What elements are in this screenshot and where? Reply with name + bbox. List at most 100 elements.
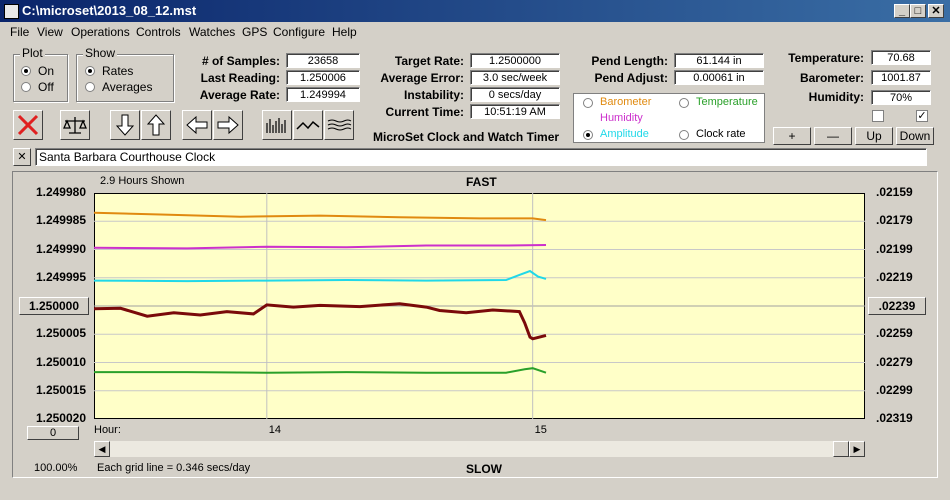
clear-data-button[interactable]	[13, 110, 43, 140]
show-averages-label: Averages	[102, 80, 153, 94]
average-error-field: 3.0 sec/week	[470, 70, 560, 85]
scroll-left-button[interactable]: ◀	[94, 441, 110, 457]
temperature-field: 70.68	[871, 50, 931, 65]
right-axis-tick: .02299	[876, 382, 913, 397]
menu-help[interactable]: Help	[332, 25, 357, 39]
app-icon[interactable]	[4, 4, 19, 19]
plot-area[interactable]	[94, 193, 865, 419]
down-button[interactable]: Down	[896, 127, 934, 145]
left-axis-tick: 1.249985	[35, 213, 86, 228]
arrow-down-button[interactable]	[110, 110, 140, 140]
arrow-left-button[interactable]	[182, 110, 212, 140]
barometer-field: 1001.87	[871, 70, 931, 85]
show-group-label: Show	[83, 46, 118, 60]
plot-on-label: On	[38, 64, 55, 78]
left-axis-tick: 1.249980	[35, 185, 86, 199]
target-rate-field[interactable]: 1.2500000	[470, 53, 560, 68]
left-axis-tick: 1.250015	[35, 382, 86, 397]
up-button[interactable]: Up	[855, 127, 893, 145]
offset-button[interactable]: 0	[27, 426, 79, 440]
amplitude-radio[interactable]	[583, 130, 593, 140]
menu-configure[interactable]: Configure	[273, 25, 325, 39]
grid-note: Each grid line = 0.346 secs/day	[97, 462, 251, 474]
line-view-button[interactable]	[293, 110, 323, 140]
average-rate-label: Average Rate:	[199, 88, 280, 102]
window-title: C:\microset\2013_08_12.mst	[22, 3, 197, 18]
humidity-field: 70%	[871, 90, 931, 105]
legend-humidity: Humidity	[600, 112, 643, 124]
plot-off-radio[interactable]	[21, 82, 31, 92]
horizontal-scrollbar[interactable]: ◀ ▶	[94, 441, 865, 457]
menu-file[interactable]: File	[10, 25, 29, 39]
arrow-left-icon	[186, 115, 208, 135]
center-amplitude-button[interactable]: .02239	[868, 297, 926, 315]
scroll-right-button[interactable]: ▶	[849, 441, 865, 457]
pend-adjust-label: Pend Adjust:	[594, 71, 668, 85]
slow-label: SLOW	[466, 462, 502, 476]
temperature-label: Temperature:	[788, 51, 864, 65]
app-caption: MicroSet Clock and Watch Timer	[373, 130, 560, 144]
wave-view-button[interactable]	[324, 110, 354, 140]
current-time-field: 10:51:19 AM	[470, 104, 560, 119]
barometer-radio[interactable]	[583, 98, 593, 108]
show-averages-radio[interactable]	[85, 82, 95, 92]
pend-length-field[interactable]: 61.144 in	[674, 53, 764, 68]
clock-name-input[interactable]: Santa Barbara Courthouse Clock	[35, 148, 927, 166]
bar-view-button[interactable]	[262, 110, 292, 140]
minimize-button[interactable]: _	[894, 4, 910, 18]
plot-on-radio[interactable]	[21, 66, 31, 76]
right-axis-tick: .02219	[876, 269, 913, 284]
right-axis-tick: .02159	[876, 185, 913, 199]
menu-operations[interactable]: Operations	[71, 25, 130, 39]
right-axis-tick: .02279	[876, 354, 913, 369]
right-checkbox[interactable]: ✓	[916, 110, 928, 122]
red-x-icon	[17, 114, 39, 136]
hour-axis-label: Hour:	[94, 424, 121, 436]
bar-graph-icon	[266, 118, 286, 133]
clockrate-radio[interactable]	[679, 130, 689, 140]
menu-gps[interactable]: GPS	[242, 25, 267, 39]
right-axis-tick: .02199	[876, 241, 913, 256]
arrow-right-button[interactable]	[213, 110, 243, 140]
maximize-button[interactable]: □	[910, 4, 926, 18]
humidity-label: Humidity:	[808, 90, 864, 104]
x-axis-tick: 15	[534, 424, 547, 436]
right-axis-tick: .02319	[876, 411, 913, 425]
plus-button[interactable]: +	[773, 127, 811, 145]
left-checkbox[interactable]	[872, 110, 884, 122]
center-rate-button[interactable]: 1.250000	[19, 297, 89, 315]
arrow-right-icon	[217, 115, 239, 135]
last-reading-label: Last Reading:	[200, 71, 280, 85]
clear-name-button[interactable]: ✕	[13, 148, 31, 166]
fast-label: FAST	[466, 175, 497, 189]
legend-amplitude: Amplitude	[600, 128, 649, 140]
left-axis-tick: 1.249995	[35, 269, 86, 284]
minus-button[interactable]: —	[814, 127, 852, 145]
pend-adjust-field: 0.00061 in	[674, 70, 764, 85]
average-error-label: Average Error:	[380, 71, 464, 85]
arrow-up-icon	[146, 114, 166, 136]
title-bar[interactable]: C:\microset\2013_08_12.mst _ □ ✕	[0, 0, 950, 22]
close-button[interactable]: ✕	[928, 4, 944, 18]
samples-label: # of Samples:	[201, 54, 280, 68]
temperature-radio[interactable]	[679, 98, 689, 108]
arrow-up-button[interactable]	[141, 110, 171, 140]
wave-lines-icon	[327, 119, 352, 131]
balance-button[interactable]	[60, 110, 90, 140]
menu-watches[interactable]: Watches	[189, 25, 235, 39]
plot-off-label: Off	[38, 80, 54, 94]
left-axis-tick: 1.250020	[35, 411, 86, 425]
menu-bar: File View Operations Controls Watches GP…	[0, 22, 950, 42]
pend-length-label: Pend Length:	[591, 54, 668, 68]
menu-view[interactable]: View	[37, 25, 63, 39]
target-rate-label: Target Rate:	[394, 54, 464, 68]
scroll-thumb[interactable]	[833, 441, 849, 457]
last-reading-field: 1.250006	[286, 70, 360, 85]
show-rates-radio[interactable]	[85, 66, 95, 76]
menu-controls[interactable]: Controls	[136, 25, 181, 39]
plot-group-label: Plot	[20, 46, 45, 60]
legend-clockrate: Clock rate	[696, 128, 746, 140]
right-axis-tick: .02259	[876, 326, 913, 341]
show-rates-label: Rates	[102, 64, 134, 78]
instability-field: 0 secs/day	[470, 87, 560, 102]
